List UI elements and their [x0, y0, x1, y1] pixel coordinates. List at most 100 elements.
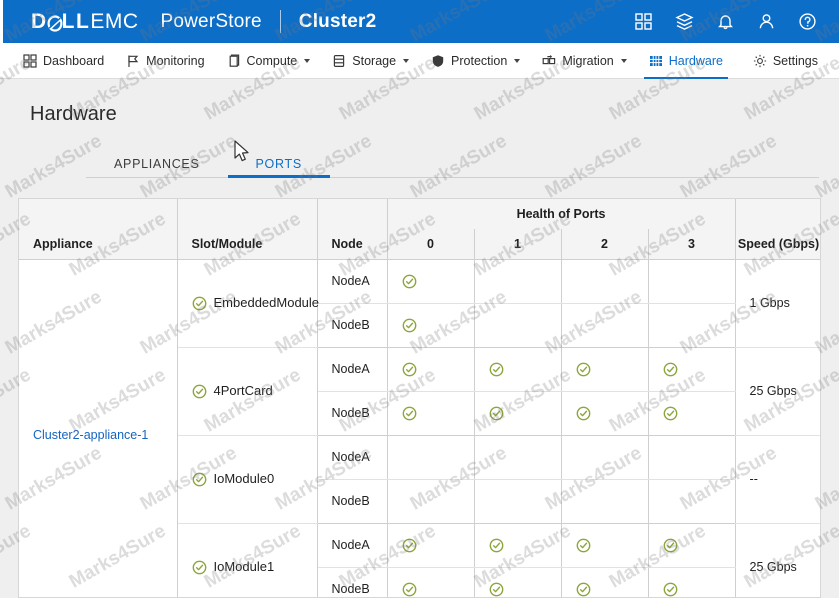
node-link[interactable]: NodeA [332, 362, 370, 376]
tab-appliances[interactable]: APPLIANCES [86, 157, 228, 178]
help-icon[interactable] [798, 12, 817, 31]
slot-module-cell: EmbeddedModule [177, 259, 317, 347]
dell-ring-glyph [48, 14, 62, 30]
dashboard-grid-icon [23, 54, 37, 68]
chevron-down-icon [304, 59, 310, 63]
node-cell: NodeB [317, 303, 387, 347]
port-health-cell-3 [648, 303, 735, 347]
header-row-group: Health of Ports [19, 199, 821, 229]
port-status-ok-icon [576, 581, 591, 595]
port-health-cell-2 [561, 259, 648, 303]
appliance-link[interactable]: Cluster2-appliance-1 [33, 428, 148, 442]
node-cell: NodeB [317, 391, 387, 435]
node-cell: NodeA [317, 435, 387, 479]
port-status-ok-icon [663, 361, 678, 375]
column-header-port-0: 0 [387, 229, 474, 259]
port-status-ok-icon [576, 361, 591, 375]
ports-table-container: Health of Ports Appliance Slot/Module No… [18, 198, 821, 598]
module-status-ok-icon [192, 471, 207, 486]
column-header-speed: Speed (Gbps) [735, 229, 821, 259]
hardware-grid-icon [649, 54, 663, 68]
port-health-cell-3 [648, 259, 735, 303]
port-health-cell-1 [474, 435, 561, 479]
product-name: PowerStore [161, 11, 262, 33]
port-health-cell-3 [648, 435, 735, 479]
port-status-ok-icon [402, 273, 417, 287]
column-header-appliance: Appliance [19, 229, 177, 259]
port-health-cell-2 [561, 435, 648, 479]
nav-item-protection[interactable]: Protection [420, 43, 531, 78]
header-spacer-speed [735, 199, 821, 229]
top-brand-bar: D LLEMC PowerStore Cluster2 [0, 0, 839, 43]
nav-label: Compute [247, 54, 298, 68]
port-health-cell-0 [387, 567, 474, 598]
nav-label: Migration [562, 54, 613, 68]
port-health-cell-0 [387, 523, 474, 567]
nav-item-storage[interactable]: Storage [321, 43, 420, 78]
node-link[interactable]: NodeB [332, 494, 370, 508]
port-status-ok-icon [489, 405, 504, 419]
column-header-node: Node [317, 229, 387, 259]
module-status-ok-icon [192, 383, 207, 398]
speed-cell: 25 Gbps [735, 523, 821, 598]
node-link[interactable]: NodeB [332, 318, 370, 332]
ports-table: Health of Ports Appliance Slot/Module No… [19, 199, 821, 598]
port-status-ok-icon [402, 537, 417, 551]
node-cell: NodeB [317, 479, 387, 523]
port-status-ok-icon [576, 537, 591, 551]
header-spacer-node [317, 199, 387, 229]
port-status-ok-icon [489, 581, 504, 595]
nav-item-monitoring[interactable]: Monitoring [115, 43, 215, 78]
node-link[interactable]: NodeB [332, 582, 370, 596]
user-account-icon[interactable] [757, 12, 776, 31]
nav-item-settings[interactable]: Settings [742, 43, 829, 78]
dell-wordmark: D LL [31, 10, 90, 34]
flag-icon [126, 54, 140, 68]
port-status-ok-icon [402, 581, 417, 595]
port-health-cell-0 [387, 259, 474, 303]
module-label: IoModule0 [214, 471, 275, 486]
column-header-port-3: 3 [648, 229, 735, 259]
notifications-bell-icon[interactable] [716, 12, 735, 31]
module-label: IoModule1 [214, 559, 275, 574]
apps-grid-icon[interactable] [634, 12, 653, 31]
port-health-cell-0 [387, 391, 474, 435]
ports-table-head: Health of Ports Appliance Slot/Module No… [19, 199, 821, 259]
node-link[interactable]: NodeA [332, 538, 370, 552]
speed-cell: -- [735, 435, 821, 523]
nav-item-compute[interactable]: Compute [216, 43, 322, 78]
tab-ports[interactable]: PORTS [228, 157, 330, 178]
compute-icon [227, 54, 241, 68]
brand-divider [280, 10, 281, 33]
node-cell: NodeA [317, 523, 387, 567]
nav-item-migration[interactable]: Migration [531, 43, 637, 78]
module-label: 4PortCard [214, 383, 273, 398]
chevron-down-icon [403, 59, 409, 63]
port-health-cell-3 [648, 567, 735, 598]
port-health-cell-0 [387, 435, 474, 479]
nav-item-dashboard[interactable]: Dashboard [12, 43, 115, 78]
nav-item-hardware[interactable]: Hardware [638, 43, 734, 78]
jobs-icon[interactable] [675, 12, 694, 31]
port-health-cell-0 [387, 479, 474, 523]
chevron-down-icon [514, 59, 520, 63]
port-status-ok-icon [402, 405, 417, 419]
nav-label: Storage [352, 54, 396, 68]
slot-module-cell: 4PortCard [177, 347, 317, 435]
node-link[interactable]: NodeA [332, 274, 370, 288]
port-health-cell-2 [561, 479, 648, 523]
port-status-ok-icon [402, 361, 417, 375]
node-link[interactable]: NodeA [332, 450, 370, 464]
port-status-ok-icon [663, 537, 678, 551]
page-content: Hardware APPLIANCES PORTS Healt [0, 79, 839, 592]
port-health-cell-3 [648, 479, 735, 523]
header-spacer-slot [177, 199, 317, 229]
nav-label: Protection [451, 54, 507, 68]
storage-database-icon [332, 54, 346, 68]
node-link[interactable]: NodeB [332, 406, 370, 420]
slot-module-cell: IoModule1 [177, 523, 317, 598]
port-health-cell-0 [387, 303, 474, 347]
header-row-columns: Appliance Slot/Module Node 0 1 2 3 Speed… [19, 229, 821, 259]
page-title: Hardware [0, 79, 839, 126]
slot-module-cell: IoModule0 [177, 435, 317, 523]
